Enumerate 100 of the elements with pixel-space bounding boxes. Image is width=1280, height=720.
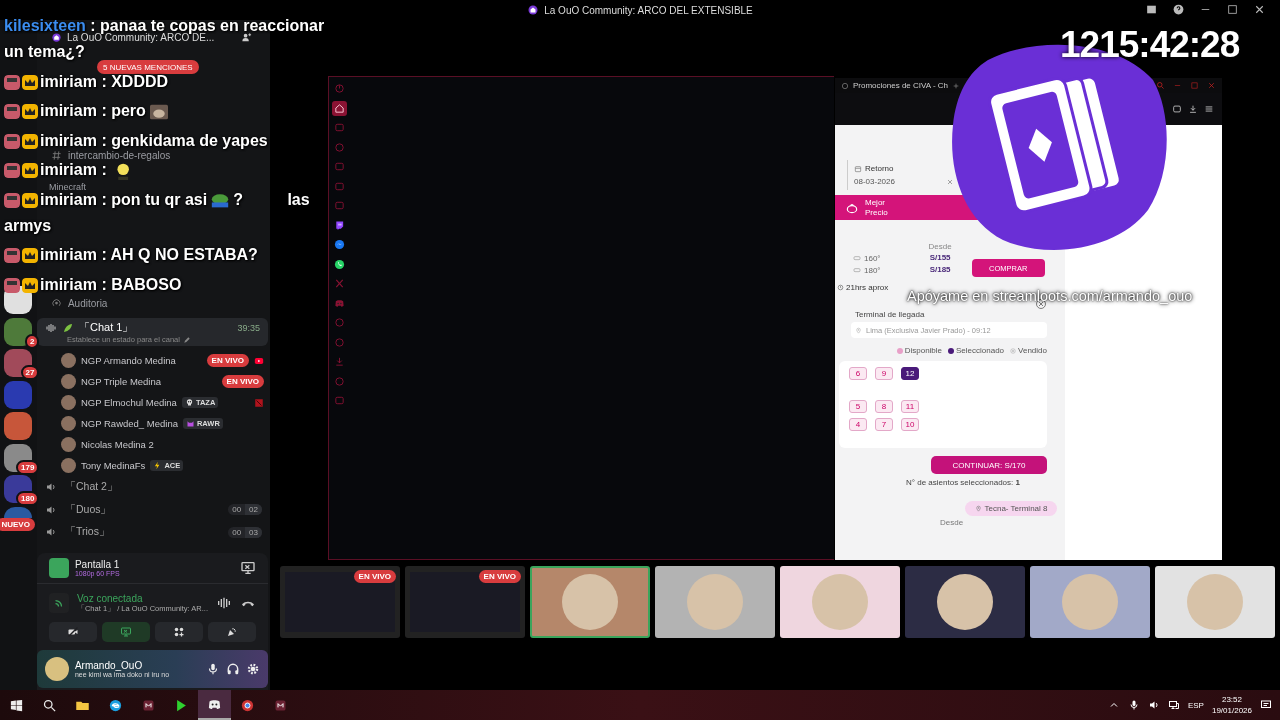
voice-channel-name[interactable]: 「Chat 2」 (64, 480, 118, 495)
stream-tile[interactable] (530, 566, 650, 638)
stream-tile[interactable] (655, 566, 775, 638)
avatar-badge-icon (4, 248, 20, 264)
clock-date[interactable]: 19/01/2026 (1211, 705, 1252, 716)
chat-message: pero (111, 102, 146, 119)
crown-icon (22, 248, 38, 264)
server-icon[interactable] (4, 349, 33, 377)
seat[interactable]: 8 (875, 400, 893, 413)
stream-tile[interactable] (1155, 566, 1275, 638)
settings-icon[interactable] (246, 662, 260, 676)
location-pin-icon (855, 326, 862, 334)
volume-icon[interactable] (1147, 699, 1160, 711)
mic-icon[interactable] (1127, 699, 1140, 711)
seat[interactable]: 4 (849, 418, 867, 431)
headphones-icon[interactable] (226, 662, 240, 676)
return-date[interactable]: 08-03-2026 (854, 177, 895, 186)
stream-tile[interactable]: EN VIVO (405, 566, 525, 638)
extension-icon[interactable] (1172, 104, 1182, 114)
maximize-icon[interactable] (1226, 3, 1239, 16)
duration: 21hrs aprox (846, 283, 889, 292)
close-icon[interactable] (1253, 3, 1266, 16)
stream-tile[interactable] (905, 566, 1025, 638)
search-icon[interactable] (1156, 81, 1165, 90)
chat-username: imiriam (40, 161, 97, 178)
live-badge: EN VIVO (206, 354, 249, 367)
chat-separator: : (101, 190, 107, 208)
seat-icon (853, 266, 861, 274)
add-user-icon[interactable] (241, 31, 253, 43)
continue-button[interactable]: CONTINUAR: S/170 (931, 456, 1047, 474)
notifications-icon[interactable] (1260, 699, 1272, 711)
avatar (687, 574, 743, 630)
clock-time[interactable]: 23:52 (1211, 694, 1252, 705)
channel-name[interactable]: intercambio-de-regalos (67, 150, 171, 161)
seat-type: 180° (864, 265, 881, 275)
chat-message: ? (233, 190, 243, 208)
seat[interactable]: 7 (875, 418, 893, 431)
chat-message: genkidama de yapes (111, 131, 268, 149)
mic-icon[interactable] (206, 662, 220, 676)
stream-tile[interactable] (780, 566, 900, 638)
stream-tile[interactable] (1030, 566, 1150, 638)
chat-separator: : (90, 17, 96, 34)
video-icon (254, 355, 264, 366)
member-name[interactable]: NGP Armando Medina (80, 355, 176, 366)
inbox-icon[interactable] (1145, 3, 1158, 16)
start-icon (9, 697, 24, 713)
server-icon (527, 4, 540, 16)
stop-sharing-icon[interactable] (240, 560, 256, 576)
chat-message: XDDDD (111, 72, 169, 90)
location-pin-icon (974, 505, 982, 512)
support-text: Apóyame en streamloots.com/armando_ouo (907, 288, 1193, 304)
soundboard-button[interactable] (208, 622, 256, 642)
member-name[interactable]: NGP Triple Medina (80, 376, 162, 387)
voice-channel-name[interactable]: 「Trios」 (64, 525, 110, 540)
unread-count: 180 (16, 491, 40, 506)
channel-name[interactable]: Auditoria (67, 298, 108, 309)
home-icon[interactable] (331, 100, 347, 116)
share-title: Pantalla 1 (74, 559, 120, 570)
avatar (812, 574, 868, 630)
avatar (562, 574, 618, 630)
user-avatar[interactable] (44, 657, 69, 681)
chat-username: kilesixteen (4, 17, 86, 34)
screen-icon (119, 626, 132, 638)
site-icon (841, 81, 849, 90)
user-count: 00 02 (228, 504, 262, 516)
seat[interactable]: 6 (849, 367, 867, 380)
member-name[interactable]: Tony MedinaFs (80, 460, 146, 471)
seat[interactable]: 11 (901, 400, 919, 413)
terminal-chip[interactable]: Tecna- Terminal 8 (965, 501, 1057, 516)
camera-button[interactable] (48, 622, 97, 642)
avatar (1187, 574, 1243, 630)
seat[interactable]: 9 (875, 367, 893, 380)
search-icon (42, 697, 57, 713)
seat[interactable]: 10 (901, 418, 919, 431)
audio-wave-icon[interactable] (216, 595, 232, 611)
seat[interactable]: 5 (849, 400, 867, 413)
network-icon[interactable] (1167, 699, 1180, 711)
taskbar-app[interactable] (198, 690, 231, 720)
browser-icon (240, 697, 255, 713)
download-icon[interactable] (1188, 104, 1198, 114)
screen-share-button[interactable] (101, 622, 150, 642)
sold-icon (1010, 347, 1017, 354)
category-name[interactable]: Minecraft (48, 181, 86, 192)
voice-channel-name[interactable]: 「Duos」 (64, 502, 112, 517)
mentions-badge[interactable]: 5 NUEVAS MENCIONES (96, 60, 199, 74)
chat-username: imiriam (40, 102, 97, 119)
member-name[interactable]: NGP Elmochul Medina (80, 397, 177, 408)
activities-button[interactable] (155, 622, 203, 642)
stream-tile[interactable]: EN VIVO (280, 566, 400, 638)
server-icon[interactable] (4, 443, 33, 472)
browser-tab[interactable]: Promociones de CIVA - Ch (853, 81, 948, 90)
help-icon[interactable] (1172, 3, 1185, 16)
pencil-icon (182, 335, 191, 344)
menu-icon[interactable] (1204, 104, 1214, 114)
crown-icon (22, 163, 38, 179)
chat-message: armys (4, 216, 52, 234)
member-name[interactable]: Nicolas Medina 2 (80, 439, 154, 450)
member-name[interactable]: NGP Rawded_ Medina (80, 418, 178, 429)
language-indicator[interactable]: ESP (1187, 700, 1204, 710)
seat[interactable]: 12 (901, 367, 919, 380)
